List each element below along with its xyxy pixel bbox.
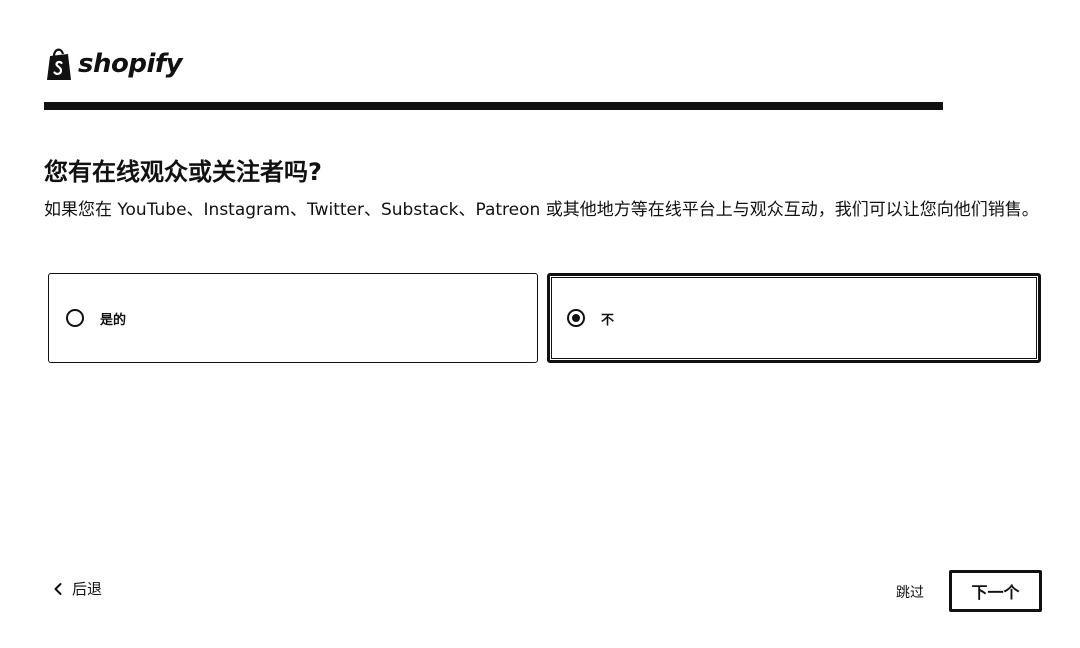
option-no-label: 不 (601, 312, 615, 328)
option-yes[interactable]: 是的 (48, 273, 538, 363)
brand-name: shopify (78, 49, 183, 79)
option-yes-label: 是的 (100, 312, 127, 328)
radio-no[interactable] (567, 309, 585, 327)
question-description: 如果您在 YouTube、Instagram、Twitter、Substack、… (44, 200, 1039, 220)
option-no[interactable]: 不 (547, 273, 1041, 363)
onboarding-page: shopify 您有在线观众或关注者吗? 如果您在 YouTube、Instag… (0, 0, 1080, 648)
back-label: 后退 (72, 580, 103, 598)
chevron-left-icon (54, 582, 62, 595)
radio-yes[interactable] (66, 309, 84, 327)
skip-button[interactable]: 跳过 (896, 582, 924, 602)
progress-fill (44, 102, 943, 110)
radio-selected-dot (572, 314, 580, 322)
progress-bar (44, 102, 943, 110)
shopify-logo: shopify (44, 46, 183, 82)
question-title: 您有在线观众或关注者吗? (44, 158, 322, 186)
shopify-bag-icon (47, 48, 71, 80)
back-button[interactable]: 后退 (52, 578, 102, 599)
next-button[interactable]: 下一个 (949, 570, 1042, 612)
